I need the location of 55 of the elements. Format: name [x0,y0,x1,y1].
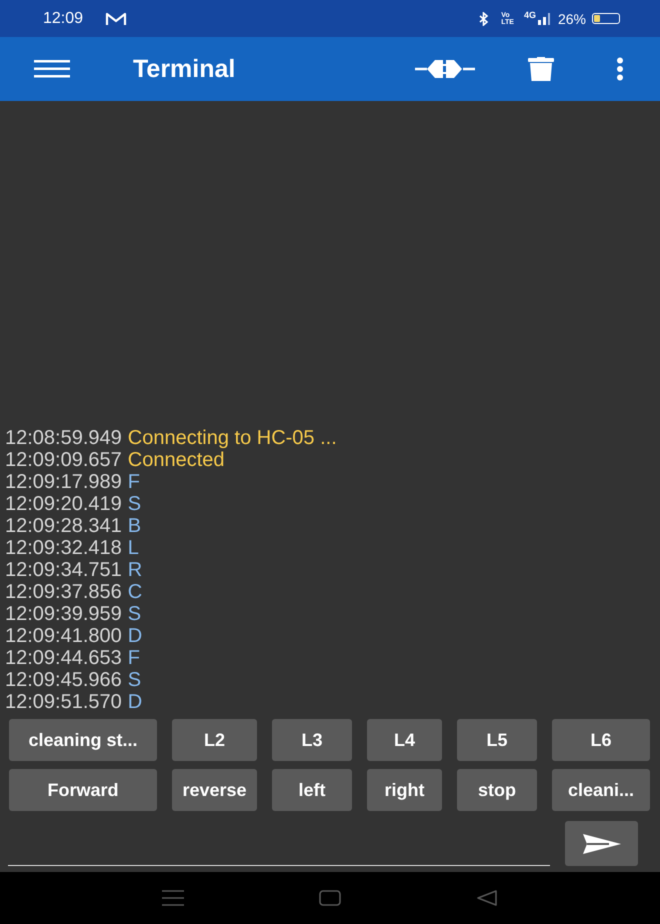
timestamp: 12:09:20.419 [5,493,122,515]
timestamp: 12:08:59.949 [5,427,122,449]
battery-icon [592,13,620,24]
macro-button[interactable]: L2 [172,719,257,761]
status-message: Connected [128,449,225,471]
menu-icon[interactable] [34,60,70,78]
timestamp: 12:09:17.989 [5,471,122,493]
macro-button[interactable]: cleaning st... [9,719,157,761]
macro-button[interactable]: Forward [9,769,157,811]
sent-message: F [128,471,140,493]
signal-icon [538,12,550,24]
macro-button[interactable]: stop [457,769,537,811]
timestamp: 12:09:28.341 [5,515,122,537]
timestamp: 12:09:44.653 [5,647,122,669]
macro-button[interactable]: L4 [367,719,442,761]
sent-message: F [128,647,140,669]
sent-message: S [128,603,142,625]
sent-message: D [128,691,142,713]
plug-icon[interactable] [415,58,475,80]
sent-message: S [128,669,142,691]
timestamp: 12:09:41.800 [5,625,122,647]
timestamp: 12:09:37.856 [5,581,122,603]
home-icon[interactable] [319,890,341,906]
sent-message: B [128,515,142,537]
timestamp: 12:09:51.570 [5,691,122,713]
app-title: Terminal [133,54,236,84]
recents-icon[interactable] [162,890,184,906]
macro-button[interactable]: L5 [457,719,537,761]
macro-button[interactable]: left [272,769,352,811]
sent-message: D [128,625,142,647]
sent-message: L [128,537,139,559]
timestamp: 12:09:09.657 [5,449,122,471]
bluetooth-icon [479,12,490,26]
timestamp: 12:09:34.751 [5,559,122,581]
back-icon[interactable] [476,890,498,906]
macro-button[interactable]: right [367,769,442,811]
send-icon [582,834,620,854]
timestamp: 12:09:39.959 [5,603,122,625]
macro-button[interactable]: L6 [552,719,650,761]
sent-message: S [128,493,142,515]
status-message: Connecting to HC-05 ... [128,427,337,449]
sent-message: R [128,559,142,581]
send-button[interactable] [565,821,638,866]
clock-time: 12:09 [43,10,84,28]
macro-button[interactable]: reverse [172,769,257,811]
network-label: 4G [524,10,536,20]
timestamp: 12:09:32.418 [5,537,122,559]
macro-button[interactable]: cleani... [552,769,650,811]
timestamp: 12:09:45.966 [5,669,122,691]
macro-button[interactable]: L3 [272,719,352,761]
trash-icon[interactable] [528,57,554,81]
mail-icon [105,12,128,26]
more-icon[interactable] [616,57,624,81]
battery-percent: 26% [558,10,586,26]
sent-message: C [128,581,142,603]
